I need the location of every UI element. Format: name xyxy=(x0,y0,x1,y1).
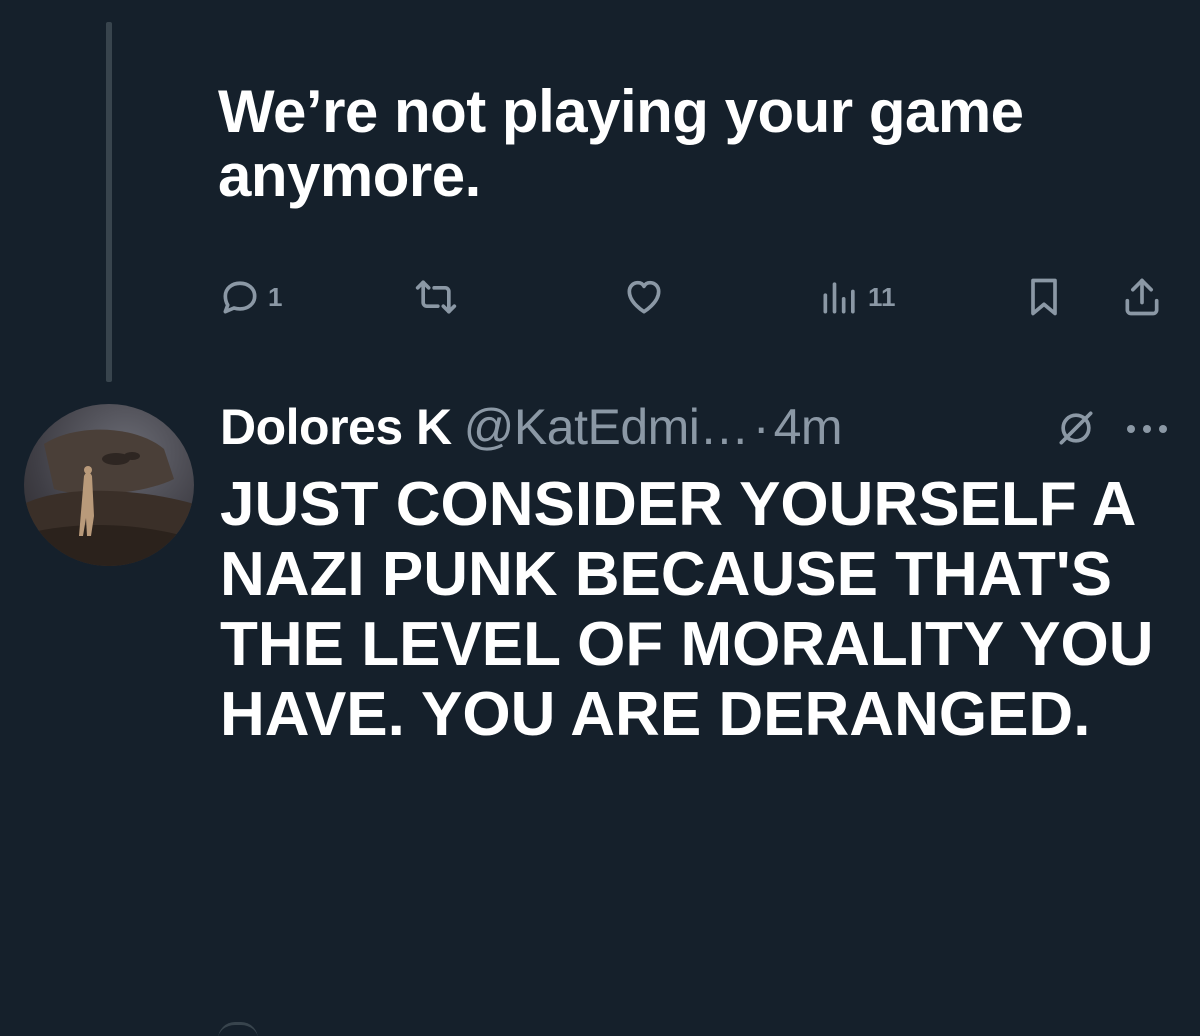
tweet-text: JUST CONSIDER YOURSELF A NAZI PUNK BECAU… xyxy=(220,470,1154,749)
tweet-action-bar: 1 11 xyxy=(0,270,1200,324)
tweet-text: We’re not playing your game anymore. xyxy=(218,78,1024,209)
retweet-button[interactable] xyxy=(414,270,458,324)
heart-icon xyxy=(627,280,661,314)
bookmark-button[interactable] xyxy=(1022,270,1066,324)
like-button[interactable] xyxy=(622,270,666,324)
share-icon xyxy=(1125,278,1159,316)
next-item-edge xyxy=(218,1022,258,1036)
reply-button[interactable]: 1 xyxy=(218,270,282,324)
header-separator: · xyxy=(752,399,770,455)
display-name[interactable]: Dolores K xyxy=(220,398,452,456)
avatar-image xyxy=(24,404,194,566)
timestamp[interactable]: 4m xyxy=(774,398,843,456)
retweet-icon xyxy=(415,280,457,314)
reply-icon xyxy=(223,281,257,314)
avatar[interactable] xyxy=(24,404,194,566)
bookmark-icon xyxy=(1031,278,1057,316)
grok-button[interactable] xyxy=(1054,406,1098,450)
tweet-header: Dolores K @KatEdmi… · 4m xyxy=(220,398,843,458)
more-options-button[interactable] xyxy=(1122,414,1172,444)
user-handle[interactable]: @KatEdmi… xyxy=(464,398,750,456)
reply-count: 1 xyxy=(268,281,283,312)
views-icon xyxy=(823,282,855,314)
more-icon xyxy=(1127,425,1167,433)
views-button[interactable]: 11 xyxy=(818,270,896,324)
grok-icon xyxy=(1059,411,1093,445)
share-button[interactable] xyxy=(1120,270,1164,324)
thread-connector-line xyxy=(106,22,112,382)
views-count: 11 xyxy=(868,281,896,312)
